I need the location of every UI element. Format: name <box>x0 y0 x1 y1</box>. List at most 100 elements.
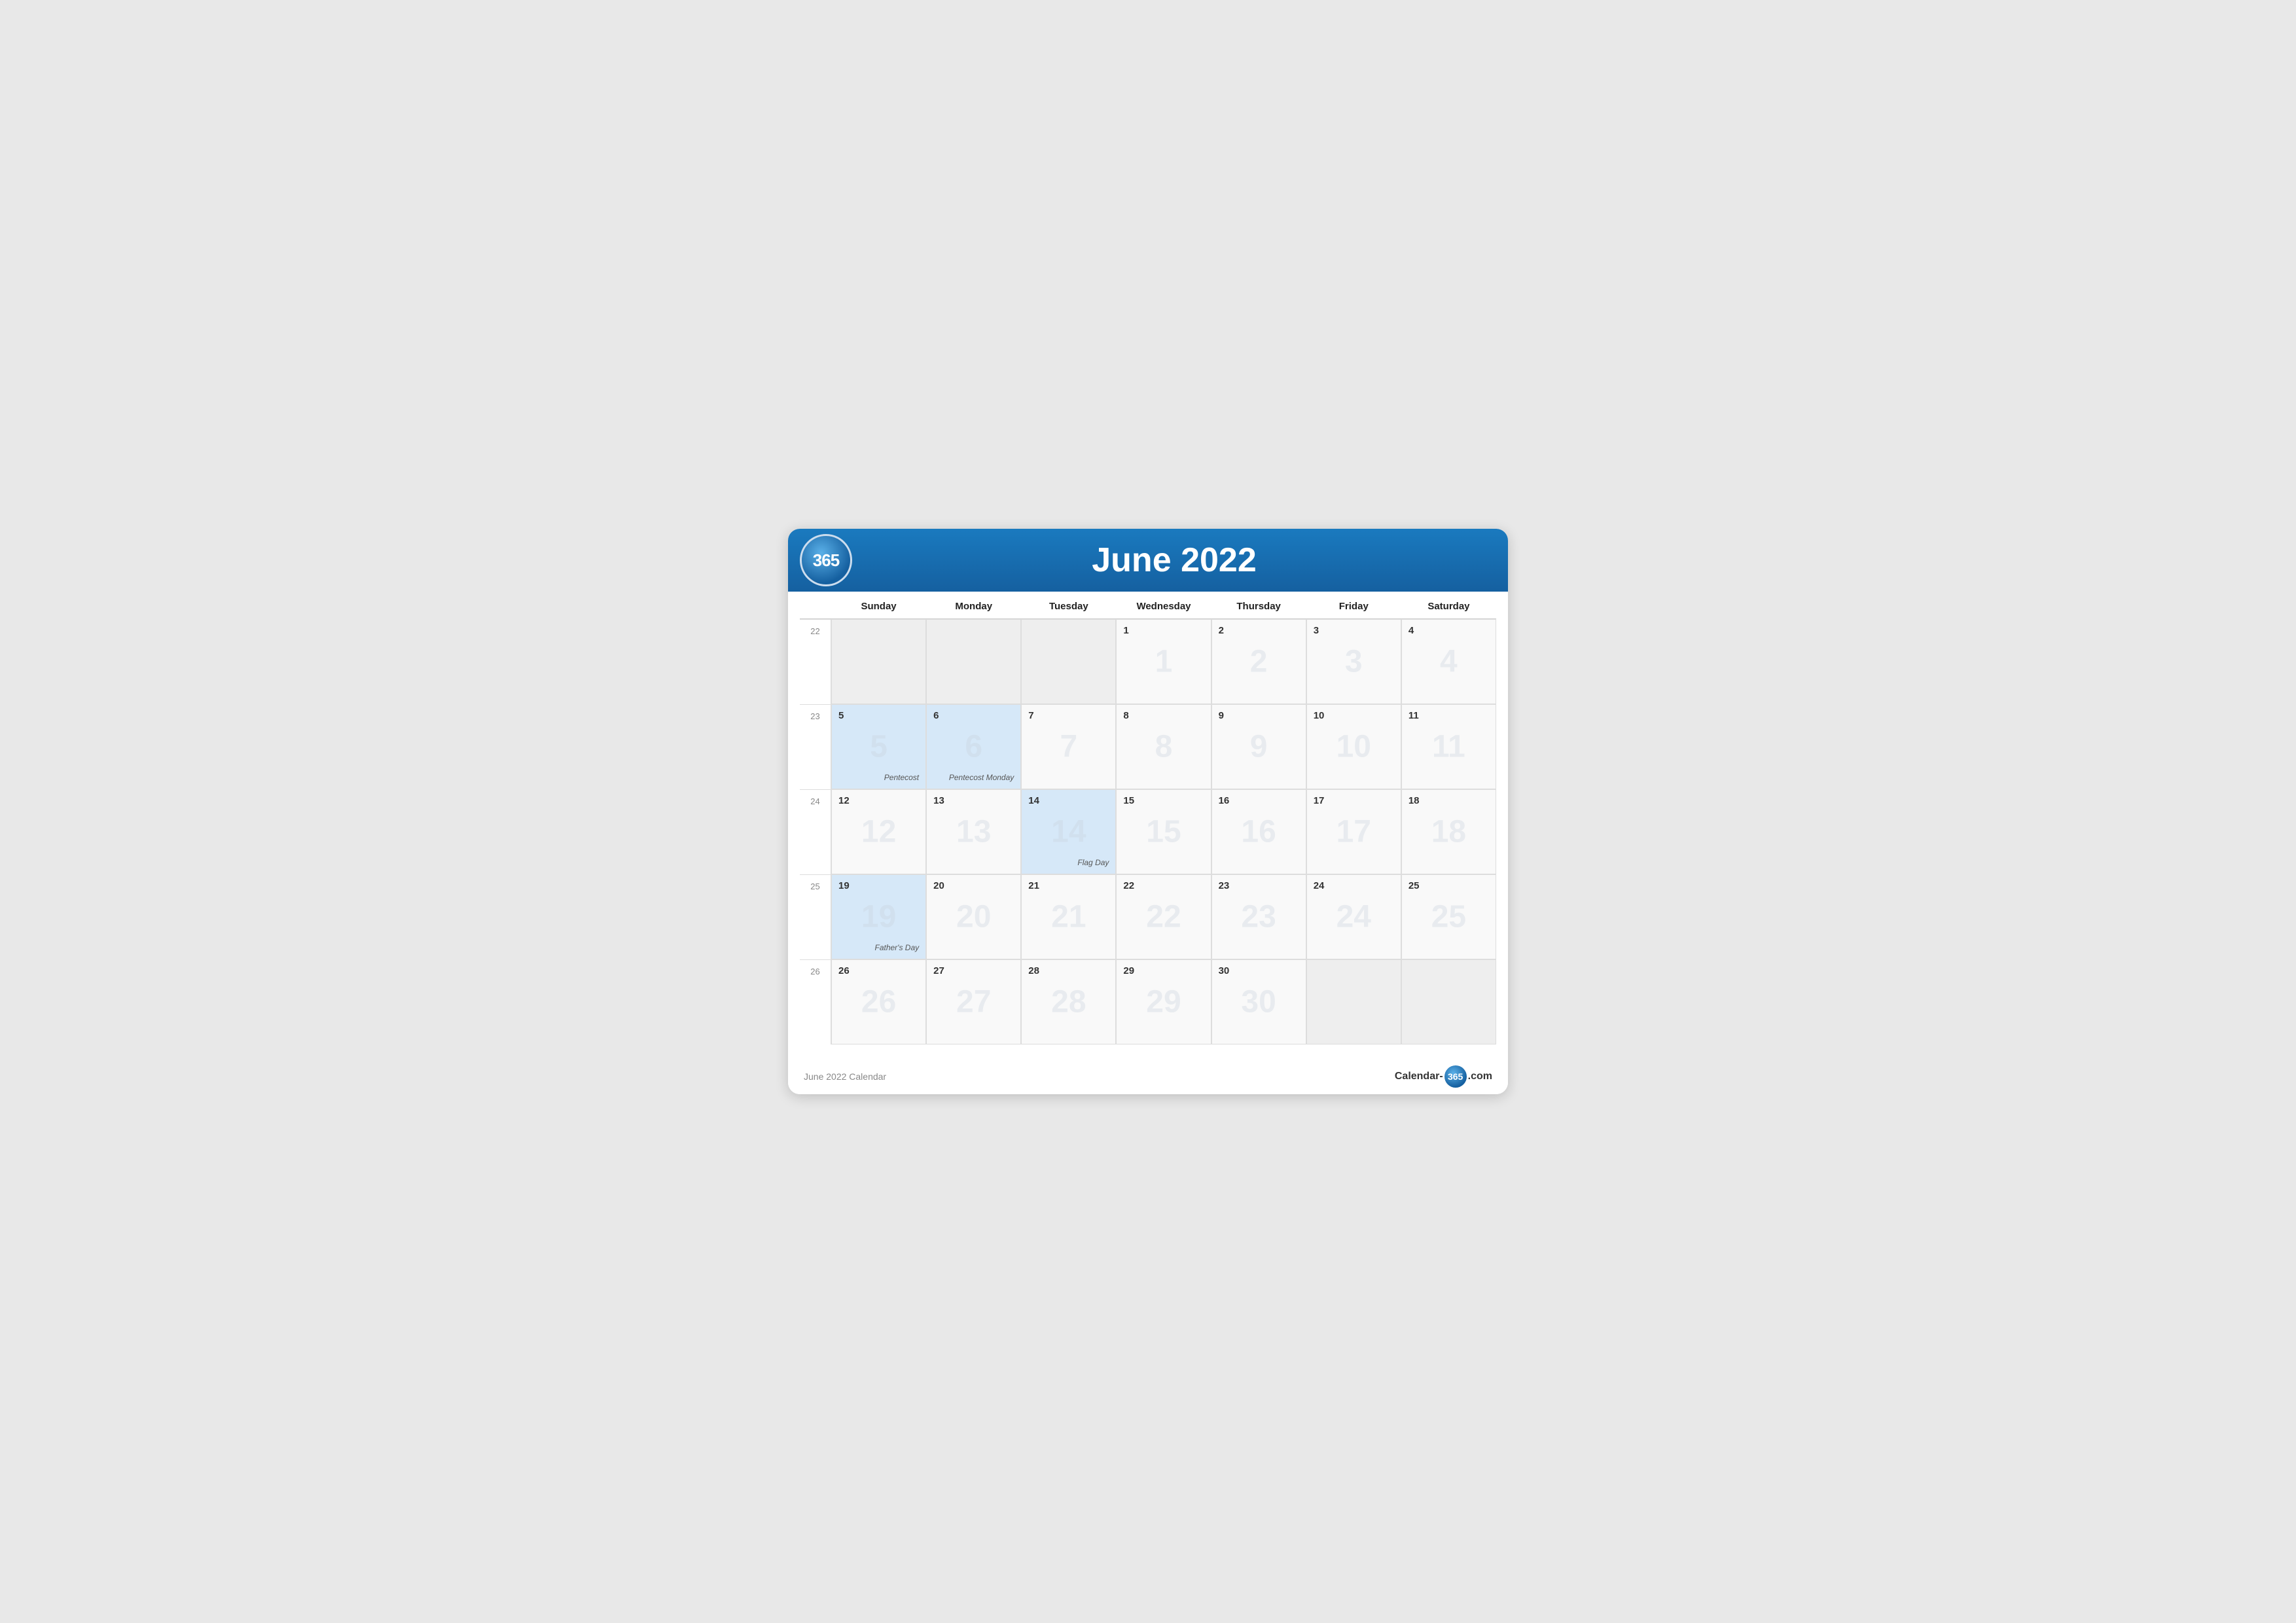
cell-date-number: 30 <box>1219 965 1299 976</box>
cal-cell: 11 <box>1116 619 1211 704</box>
cal-cell: 10 10 <box>1306 704 1401 789</box>
cell-watermark: 4 <box>1440 644 1458 680</box>
cell-date-number: 15 <box>1123 795 1204 806</box>
cal-cell: 30 30 <box>1211 959 1306 1044</box>
cell-date-number: 25 <box>1408 880 1489 891</box>
cal-cell: 1313 <box>926 789 1021 874</box>
day-header-tuesday: Tuesday <box>1021 592 1116 618</box>
cal-cell: 5 5 Pentecost <box>831 704 926 789</box>
cal-cell: 23 23 <box>1211 874 1306 959</box>
day-header-sunday: Sunday <box>831 592 926 618</box>
footer-caption: June 2022 Calendar <box>804 1071 886 1082</box>
cell-date-number: 8 <box>1123 710 1204 721</box>
footer-brand: Calendar- 365 .com <box>1395 1065 1492 1088</box>
cell-watermark: 6 <box>965 729 982 765</box>
cell-date-number: 7 <box>1028 710 1109 721</box>
day-headers-row: SundayMondayTuesdayWednesdayThursdayFrid… <box>800 592 1496 619</box>
cell-watermark: 14 <box>1051 814 1086 850</box>
day-header-wednesday: Wednesday <box>1116 592 1211 618</box>
cell-watermark: 5 <box>870 729 888 765</box>
cal-cell: 6 6 Pentecost Monday <box>926 704 1021 789</box>
cell-watermark: 9 <box>1250 729 1268 765</box>
week-number-23: 23 <box>800 704 831 789</box>
cell-watermark: 8 <box>1155 729 1173 765</box>
cell-watermark: 15 <box>1146 814 1181 850</box>
cell-event-label: Pentecost <box>884 773 919 782</box>
cal-cell: 1616 <box>1211 789 1306 874</box>
cell-watermark: 10 <box>1336 729 1371 765</box>
cell-date-number: 12 <box>838 795 919 806</box>
week-number-24: 24 <box>800 789 831 874</box>
cell-date-number: 3 <box>1314 625 1394 636</box>
cal-cell: 99 <box>1211 704 1306 789</box>
day-header-thursday: Thursday <box>1211 592 1306 618</box>
cell-watermark: 28 <box>1051 984 1086 1020</box>
cal-cell: 2727 <box>926 959 1021 1044</box>
cell-watermark: 2 <box>1250 644 1268 680</box>
cal-cell <box>926 619 1021 704</box>
cell-event-label: Flag Day <box>1077 858 1109 867</box>
cal-cell <box>1401 959 1496 1044</box>
cell-watermark: 24 <box>1336 899 1371 935</box>
cell-watermark: 16 <box>1241 814 1276 850</box>
cell-date-number: 19 <box>838 880 919 891</box>
cal-cell: 1515 <box>1116 789 1211 874</box>
cell-date-number: 27 <box>933 965 1014 976</box>
footer-brand-prefix: Calendar- <box>1395 1071 1443 1082</box>
cell-date-number: 2 <box>1219 625 1299 636</box>
cal-cell: 22 <box>1211 619 1306 704</box>
cell-watermark: 22 <box>1146 899 1181 935</box>
calendar-body: SundayMondayTuesdayWednesdayThursdayFrid… <box>788 592 1508 1056</box>
cell-watermark: 13 <box>956 814 991 850</box>
cal-cell <box>831 619 926 704</box>
cell-watermark: 23 <box>1241 899 1276 935</box>
calendar-grid: 22112233442355Pentecost66Pentecost Monda… <box>800 619 1496 1044</box>
cell-watermark: 3 <box>1345 644 1363 680</box>
logo-text: 365 <box>813 550 839 571</box>
cell-date-number: 24 <box>1314 880 1394 891</box>
cell-watermark: 29 <box>1146 984 1181 1020</box>
logo-circle: 365 <box>800 534 852 586</box>
cal-cell: 14 14 Flag Day <box>1021 789 1116 874</box>
cell-date-number: 10 <box>1314 710 1394 721</box>
cal-cell: 2020 <box>926 874 1021 959</box>
cell-event-label: Father's Day <box>874 943 919 952</box>
cal-cell <box>1306 959 1401 1044</box>
day-header-friday: Friday <box>1306 592 1401 618</box>
cell-date-number: 17 <box>1314 795 1394 806</box>
cell-watermark: 1 <box>1155 644 1173 680</box>
week-number-26: 26 <box>800 959 831 1044</box>
day-header-monday: Monday <box>926 592 1021 618</box>
day-header-saturday: Saturday <box>1401 592 1496 618</box>
calendar-footer: June 2022 Calendar Calendar- 365 .com <box>788 1056 1508 1094</box>
cell-date-number: 4 <box>1408 625 1489 636</box>
cell-date-number: 5 <box>838 710 919 721</box>
cell-watermark: 20 <box>956 899 991 935</box>
calendar-header: 365 June 2022 <box>788 529 1508 592</box>
cell-event-label: Pentecost Monday <box>949 773 1014 782</box>
cell-watermark: 18 <box>1431 814 1466 850</box>
week-number-22: 22 <box>800 619 831 704</box>
footer-brand-suffix: .com <box>1468 1071 1492 1082</box>
cell-date-number: 20 <box>933 880 1014 891</box>
cal-cell: 44 <box>1401 619 1496 704</box>
cal-cell: 1111 <box>1401 704 1496 789</box>
cal-cell: 1818 <box>1401 789 1496 874</box>
cell-date-number: 6 <box>933 710 1014 721</box>
cal-cell: 22 22 <box>1116 874 1211 959</box>
cell-date-number: 22 <box>1123 880 1204 891</box>
week-num-spacer <box>800 592 831 618</box>
cell-date-number: 16 <box>1219 795 1299 806</box>
cal-cell: 88 <box>1116 704 1211 789</box>
cal-cell: 24 24 <box>1306 874 1401 959</box>
cell-date-number: 26 <box>838 965 919 976</box>
cell-watermark: 26 <box>861 984 896 1020</box>
cell-watermark: 21 <box>1051 899 1086 935</box>
cell-date-number: 21 <box>1028 880 1109 891</box>
cal-cell: 77 <box>1021 704 1116 789</box>
cell-date-number: 14 <box>1028 795 1109 806</box>
cell-date-number: 18 <box>1408 795 1489 806</box>
cell-date-number: 1 <box>1123 625 1204 636</box>
cell-date-number: 23 <box>1219 880 1299 891</box>
cell-watermark: 30 <box>1241 984 1276 1020</box>
